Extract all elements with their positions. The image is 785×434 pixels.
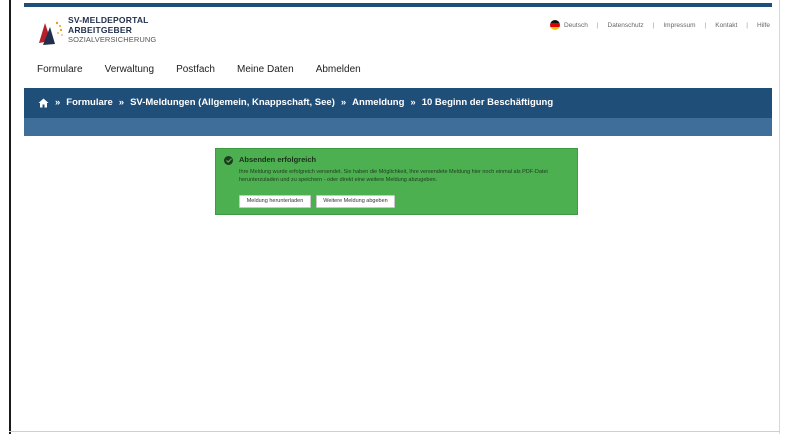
nav-item-postfach[interactable]: Postfach <box>176 64 215 78</box>
breadcrumb-separator: » <box>55 97 61 108</box>
meta-nav-separator: | <box>704 21 707 29</box>
logo-text: SV-MELDEPORTAL ARBEITGEBER SOZIALVERSICH… <box>68 15 156 45</box>
logo-title-line1: SV-MELDEPORTAL <box>68 15 149 25</box>
alert-title: Absenden erfolgreich <box>239 155 317 164</box>
german-flag-icon <box>549 20 560 30</box>
meta-navigation: Deutsch | Datenschutz | Impressum | Kont… <box>520 19 770 31</box>
nav-item-formulare[interactable]: Formulare <box>37 64 83 78</box>
meta-link-impressum[interactable]: Impressum <box>663 22 695 29</box>
logo-title-line2: ARBEITGEBER <box>68 25 133 35</box>
breadcrumb-item-current: 10 Beginn der Beschäftigung <box>421 97 554 108</box>
meta-link-datenschutz[interactable]: Datenschutz <box>608 22 644 29</box>
breadcrumb-band-lower <box>24 118 772 136</box>
nav-item-meine-daten[interactable]: Meine Daten <box>237 64 294 78</box>
meta-nav-separator: | <box>652 21 655 29</box>
logo-subtitle: SOZIALVERSICHERUNG <box>68 35 157 44</box>
breadcrumb-item-anmeldung[interactable]: Anmeldung <box>352 97 404 108</box>
language-label: Deutsch <box>563 21 588 29</box>
meta-nav-separator: | <box>596 21 599 29</box>
window-frame-right <box>779 0 780 434</box>
nav-item-abmelden[interactable]: Abmelden <box>316 64 361 78</box>
success-alert: Absenden erfolgreich Ihre Meldung wurde … <box>215 148 578 215</box>
logo-mark-icon <box>39 21 63 45</box>
meta-link-kontakt[interactable]: Kontakt <box>715 22 737 29</box>
check-circle-icon <box>224 156 233 165</box>
download-report-button[interactable]: Meldung herunterladen <box>239 195 311 208</box>
alert-message: Ihre Meldung wurde erfolgreich versendet… <box>239 169 548 183</box>
nav-item-verwaltung[interactable]: Verwaltung <box>105 64 154 78</box>
breadcrumb-separator: » <box>410 97 416 108</box>
header-top-bar <box>24 3 772 7</box>
home-icon[interactable] <box>38 98 49 108</box>
main-navigation: Formulare Verwaltung Postfach Meine Date… <box>37 64 383 78</box>
portal-logo[interactable]: SV-MELDEPORTAL ARBEITGEBER SOZIALVERSICH… <box>37 13 167 53</box>
breadcrumb-separator: » <box>340 97 347 108</box>
window-frame-bottom <box>9 431 780 432</box>
new-report-button[interactable]: Weitere Meldung abgeben <box>316 195 395 208</box>
language-selector[interactable]: Deutsch <box>549 20 588 30</box>
breadcrumb: » Formulare » SV-Meldungen (Allgemein, K… <box>38 97 553 108</box>
breadcrumb-item-sv-meldungen[interactable]: SV-Meldungen (Allgemein, Knappschaft, Se… <box>130 97 335 108</box>
breadcrumb-separator: » <box>118 97 125 108</box>
meta-link-hilfe[interactable]: Hilfe <box>757 22 770 29</box>
breadcrumb-item-formulare[interactable]: Formulare <box>66 97 112 108</box>
breadcrumb-band: » Formulare » SV-Meldungen (Allgemein, K… <box>24 88 772 136</box>
meta-nav-separator: | <box>746 21 748 29</box>
window-frame-left <box>9 0 11 434</box>
